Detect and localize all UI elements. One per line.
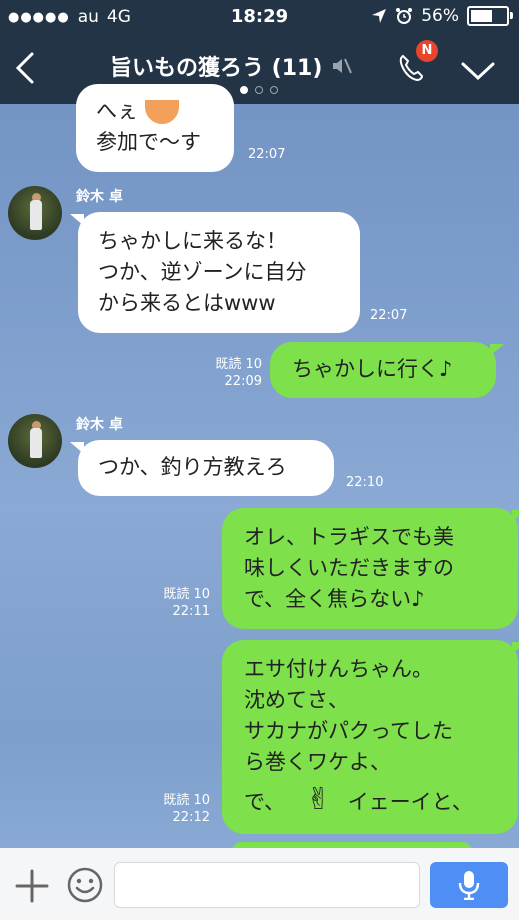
voice-message-button[interactable] [430,862,508,908]
message-text-line: 味しくいただきますの [244,556,454,580]
read-receipt-block: 既読 10 22:09 [204,356,262,390]
message-text: つか、釣り方教えろ [98,455,287,479]
message-time: 22:09 [224,374,262,389]
message-text-line: で、全く焦らない♪ [244,587,425,611]
incoming-message-bubble[interactable]: ちゃかしに来るな！ つか、逆ゾーンに自分 から来るとはwww [70,212,360,333]
message-text: ちゃかしに行く♪ [292,357,453,381]
read-count: 既読 10 [163,587,210,602]
alarm-icon [396,8,413,24]
battery-icon [467,6,513,26]
status-bar: ●●●●● au 4G 18:29 56% [0,0,519,34]
message-input[interactable] [114,862,420,908]
message-time: 22:11 [172,604,210,619]
grinning-face-emoji-icon [144,100,179,124]
message-text-line: 参加で〜す [96,130,201,154]
message-text-line: ちゃかしに来るな！ [98,229,287,253]
message-input-bar [0,848,519,920]
outgoing-message-bubble[interactable]: オレ、トラギスでも美 味しくいただきますの で、全く焦らない♪ [222,508,519,629]
chevron-down-icon[interactable] [460,60,496,82]
message-text-line: ら巻くワケよ、 [244,750,391,774]
chat-header: ●●●●● au 4G 18:29 56% 旨いもの獲ろう (11) N [0,0,519,104]
message-time: 22:07 [248,147,286,162]
page-indicator [240,86,278,94]
read-receipt-block: 既読 10 22:11 [152,586,210,620]
message-time: 22:10 [346,475,384,490]
message-text-line: から来るとはwww [98,291,276,315]
mute-icon [333,58,353,74]
plus-icon[interactable] [14,868,50,904]
read-count: 既読 10 [163,793,210,808]
message-text-line: 沈めてさ、 [244,688,349,712]
outgoing-message-bubble[interactable]: ちゃかしに行く♪ [270,342,504,398]
message-text-line: エサ付けんちゃん。 [244,657,433,681]
sender-name: 鈴木 卓 [76,417,123,433]
chat-title-text: 旨いもの獲ろう (11) [110,56,323,81]
outgoing-message-bubble[interactable]: エサ付けんちゃん。 沈めてさ、 サカナがパクってした ら巻くワケよ、 で、 ✌ … [222,640,519,834]
message-time: 22:12 [172,810,210,825]
incoming-message-bubble[interactable]: へぇ 参加で〜す [76,84,234,172]
avatar[interactable] [8,414,62,468]
read-receipt-block: 既読 10 22:12 [152,792,210,826]
sender-name: 鈴木 卓 [76,189,123,205]
avatar[interactable] [8,186,62,240]
microphone-icon [458,871,480,900]
location-icon [372,9,387,23]
notification-badge: N [416,40,438,62]
incoming-message-bubble[interactable]: つか、釣り方教えろ [70,440,334,496]
message-text-line: つか、逆ゾーンに自分 [98,260,307,284]
back-arrow-icon[interactable] [8,48,42,88]
battery-percent: 56% [421,6,459,26]
victory-hand-emoji-icon: ✌ [305,782,331,817]
message-text-line: で、 ✌ イェーイと、 [244,782,473,817]
read-count: 既読 10 [215,357,262,372]
emoji-smiley-icon[interactable] [66,866,104,904]
message-text-line: オレ、トラギスでも美 [244,525,454,549]
message-text-line: サカナがパクってした [244,719,453,743]
navigation-bar: 旨いもの獲ろう (11) N [0,34,519,104]
message-time: 22:07 [370,308,408,323]
chat-title[interactable]: 旨いもの獲ろう (11) [110,50,353,82]
message-text-line: へぇ [96,96,214,127]
